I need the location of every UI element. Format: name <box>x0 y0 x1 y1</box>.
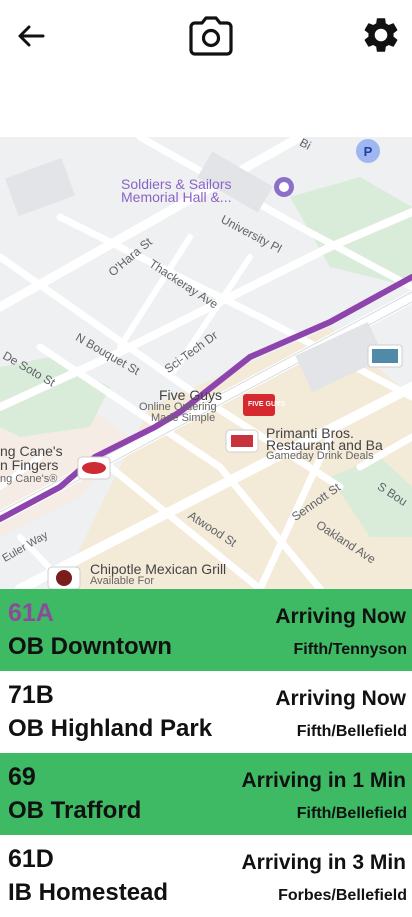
route-number: 61D <box>8 845 54 873</box>
top-toolbar <box>0 0 412 137</box>
route-destination: IB Homestead <box>8 879 169 906</box>
stop-name: Fifth/Tennyson <box>293 641 407 658</box>
parking-label: P <box>364 144 373 159</box>
arrival-row[interactable]: 69 OB Trafford Arriving in 1 Min Fifth/B… <box>0 753 412 835</box>
route-destination: OB Highland Park <box>8 715 213 742</box>
arrow-left-icon <box>18 25 45 47</box>
stop-name: Forbes/Bellefield <box>278 887 407 904</box>
arrival-status: Arriving Now <box>275 605 406 628</box>
map-label-gameday: Gameday Drink Deals <box>266 450 374 462</box>
map-label-available: Available For <box>90 575 154 587</box>
gear-icon <box>364 18 398 52</box>
route-number: 71B <box>8 681 54 709</box>
arrival-row[interactable]: 61A OB Downtown Arriving Now Fifth/Tenny… <box>0 589 412 671</box>
map-label-canes2: n Fingers <box>0 457 59 473</box>
settings-button[interactable] <box>358 12 404 58</box>
back-button[interactable] <box>9 14 53 58</box>
stop-name: Fifth/Bellefield <box>296 805 407 822</box>
route-destination: OB Trafford <box>8 797 142 824</box>
arrival-status: Arriving in 3 Min <box>241 851 406 874</box>
arrivals-list: 61A OB Downtown Arriving Now Fifth/Tenny… <box>0 589 412 917</box>
route-destination: OB Downtown <box>8 633 172 660</box>
stop-name: Fifth/Bellefield <box>296 723 407 740</box>
route-number: 61A <box>8 599 54 627</box>
map-label-canes3: ng Cane's® <box>0 473 58 485</box>
route-map[interactable]: P Soldiers & Sailors Memorial Hall &... … <box>0 137 412 589</box>
five-guys-logo-text: FIVE GUYS <box>248 401 286 408</box>
arrival-status: Arriving Now <box>275 687 406 710</box>
camera-icon <box>189 16 233 56</box>
arrival-status: Arriving in 1 Min <box>241 769 406 792</box>
arrival-row[interactable]: 61D IB Homestead Arriving in 3 Min Forbe… <box>0 835 412 917</box>
map-label-madesimple: Made Simple <box>151 412 216 424</box>
arrival-row[interactable]: 71B OB Highland Park Arriving Now Fifth/… <box>0 671 412 753</box>
map-label-memorial: Memorial Hall &... <box>121 189 232 205</box>
camera-button[interactable] <box>187 12 235 60</box>
route-number: 69 <box>8 763 36 791</box>
